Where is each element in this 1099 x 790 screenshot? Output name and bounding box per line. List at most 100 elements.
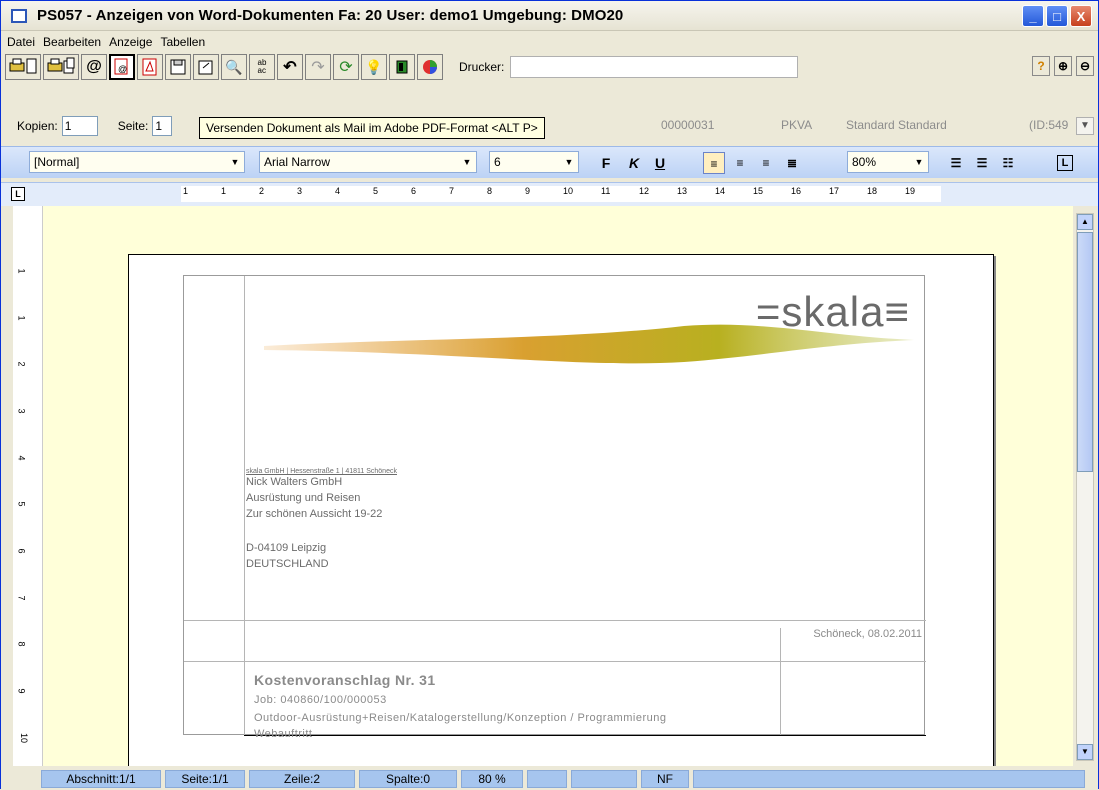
align-center-icon[interactable]: ≡ bbox=[729, 152, 751, 174]
frame-divider bbox=[244, 735, 926, 736]
redo-icon[interactable]: ↷ bbox=[305, 54, 331, 80]
doc-id: (ID:549 bbox=[1029, 118, 1069, 132]
underline-button[interactable]: U bbox=[649, 152, 671, 174]
scroll-down-icon[interactable]: ▼ bbox=[1077, 744, 1093, 760]
vertical-scrollbar[interactable]: ▲ ▼ bbox=[1076, 213, 1094, 761]
page-label: Seite: bbox=[117, 119, 149, 133]
pdf-mail-icon[interactable]: @ bbox=[109, 54, 135, 80]
pdf-icon[interactable] bbox=[137, 54, 163, 80]
ruler-tick-label: 6 bbox=[411, 186, 417, 196]
ruler-tick-label: 16 bbox=[791, 186, 802, 196]
style-combo[interactable]: [Normal] ▼ bbox=[29, 151, 245, 173]
tab-stop-icon[interactable]: L bbox=[1057, 155, 1073, 171]
ruler-tick-label: 12 bbox=[639, 186, 650, 196]
ruler-tick-label: 14 bbox=[715, 186, 726, 196]
chevron-down-icon: ▼ bbox=[564, 157, 574, 167]
undo-icon[interactable]: ↶ bbox=[277, 54, 303, 80]
scroll-thumb[interactable] bbox=[1077, 232, 1093, 472]
status-bar: Abschnitt:1/1 Seite:1/1 Zeile:2 Spalte:0… bbox=[1, 768, 1098, 790]
ruler-tick-label: 11 bbox=[601, 186, 611, 196]
ruler-tick-label: 7 bbox=[16, 595, 27, 601]
job-number: Job: 040860/100/000053 bbox=[254, 694, 387, 706]
copies-row: Kopien: 1 Seite: 1 00000031 PKVA Standar… bbox=[1, 113, 1098, 139]
recipient-line: DEUTSCHLAND bbox=[246, 558, 329, 570]
ruler-tick-label: 13 bbox=[677, 186, 688, 196]
maximize-button[interactable]: □ bbox=[1046, 5, 1068, 27]
svg-text:@: @ bbox=[118, 64, 127, 74]
printer-field[interactable] bbox=[510, 56, 799, 78]
ruler-tick-label: 5 bbox=[373, 186, 379, 196]
status-zoom: 80 % bbox=[461, 770, 523, 788]
recipient-line: Zur schönen Aussicht 19-22 bbox=[246, 508, 383, 520]
lightbulb-icon[interactable]: 💡 bbox=[361, 54, 387, 80]
align-left-icon[interactable]: ≡ bbox=[703, 152, 725, 174]
copies-input[interactable]: 1 bbox=[61, 116, 98, 136]
size-combo[interactable]: 6 ▼ bbox=[489, 151, 579, 173]
ruler-tick-label: 3 bbox=[16, 408, 27, 414]
menu-tabellen[interactable]: Tabellen bbox=[158, 35, 211, 49]
frame-divider bbox=[244, 276, 245, 736]
font-combo[interactable]: Arial Narrow ▼ bbox=[259, 151, 477, 173]
ruler-tick-label: 2 bbox=[259, 186, 265, 196]
status-page: Seite:1/1 bbox=[165, 770, 245, 788]
zoom-in-icon[interactable]: ⊕ bbox=[1054, 56, 1072, 76]
window-controls: _ □ X bbox=[1022, 5, 1092, 27]
app-icon bbox=[11, 8, 27, 23]
recipient-line: Ausrüstung und Reisen bbox=[246, 492, 361, 504]
status-mode: NF bbox=[641, 770, 689, 788]
chevron-down-icon: ▼ bbox=[462, 157, 472, 167]
title-bar: PS057 - Anzeigen von Word-Dokumenten Fa:… bbox=[1, 1, 1098, 31]
ruler-tick-label: 10 bbox=[19, 732, 30, 743]
ruler-tick-label: 17 bbox=[829, 186, 840, 196]
menu-anzeige[interactable]: Anzeige bbox=[107, 35, 158, 49]
bold-button[interactable]: F bbox=[595, 152, 617, 174]
chevron-down-icon: ▼ bbox=[230, 157, 240, 167]
print-copy-icon[interactable] bbox=[43, 54, 79, 80]
align-right-icon[interactable]: ≡ bbox=[755, 152, 777, 174]
page-input[interactable]: 1 bbox=[152, 116, 173, 136]
template-name: Standard Standard bbox=[846, 118, 947, 132]
ruler-tick-label: 2 bbox=[16, 361, 27, 367]
ruler-tick-label: 15 bbox=[753, 186, 764, 196]
menu-datei[interactable]: Datei bbox=[5, 35, 41, 49]
horizontal-ruler[interactable]: 1 1 2 3 4 5 6 7 8 9 10 11 12 13 14 15 16 17 18 19 bbox=[181, 186, 941, 202]
toolbar-right: ? ⊕ ⊖ bbox=[1032, 56, 1094, 76]
tab-selector-icon[interactable]: L bbox=[11, 187, 25, 201]
outline-list-icon[interactable]: ☷ bbox=[997, 152, 1019, 174]
vertical-ruler[interactable]: 11234567891011 bbox=[13, 206, 43, 789]
status-empty bbox=[527, 770, 567, 788]
export-icon[interactable] bbox=[193, 54, 219, 80]
numbered-list-icon[interactable]: ☰ bbox=[945, 152, 967, 174]
zoom-combo[interactable]: 80% ▼ bbox=[847, 151, 929, 173]
zoom-out-icon[interactable]: ⊖ bbox=[1076, 56, 1094, 76]
ruler-tick-label: 1 bbox=[16, 268, 27, 274]
align-justify-icon[interactable]: ≣ bbox=[781, 152, 803, 174]
id-dropdown-icon[interactable]: ▼ bbox=[1076, 117, 1094, 135]
copies-label: Kopien: bbox=[17, 119, 58, 133]
minimize-button[interactable]: _ bbox=[1022, 5, 1044, 27]
ruler-tick-label: 3 bbox=[297, 186, 303, 196]
exit-icon[interactable] bbox=[389, 54, 415, 80]
find-icon[interactable]: 🔍 bbox=[221, 54, 247, 80]
replace-icon[interactable]: ab ac bbox=[249, 54, 275, 80]
ruler-tick-label: 1 bbox=[221, 186, 227, 196]
bullet-list-icon[interactable]: ☰ bbox=[971, 152, 993, 174]
save-icon[interactable] bbox=[165, 54, 191, 80]
swoosh-graphic bbox=[264, 324, 914, 364]
scroll-up-icon[interactable]: ▲ bbox=[1077, 214, 1093, 230]
color-wheel-icon[interactable] bbox=[417, 54, 443, 80]
help-icon[interactable]: ? bbox=[1032, 56, 1050, 76]
print-preview-icon[interactable] bbox=[5, 54, 41, 80]
close-button[interactable]: X bbox=[1070, 5, 1092, 27]
email-icon[interactable]: @ bbox=[81, 54, 107, 80]
window-title: PS057 - Anzeigen von Word-Dokumenten Fa:… bbox=[37, 7, 624, 24]
ruler-tick-label: 9 bbox=[525, 186, 531, 196]
refresh-icon[interactable]: ⟳ bbox=[333, 54, 359, 80]
status-column: Spalte:0 bbox=[359, 770, 457, 788]
ruler-tick-label: 8 bbox=[487, 186, 493, 196]
doc-type: PKVA bbox=[781, 118, 813, 132]
ruler-tick-label: 4 bbox=[16, 455, 27, 461]
ruler-tick-label: 6 bbox=[16, 548, 27, 554]
italic-button[interactable]: K bbox=[623, 152, 645, 174]
menu-bearbeiten[interactable]: Bearbeiten bbox=[41, 35, 107, 49]
